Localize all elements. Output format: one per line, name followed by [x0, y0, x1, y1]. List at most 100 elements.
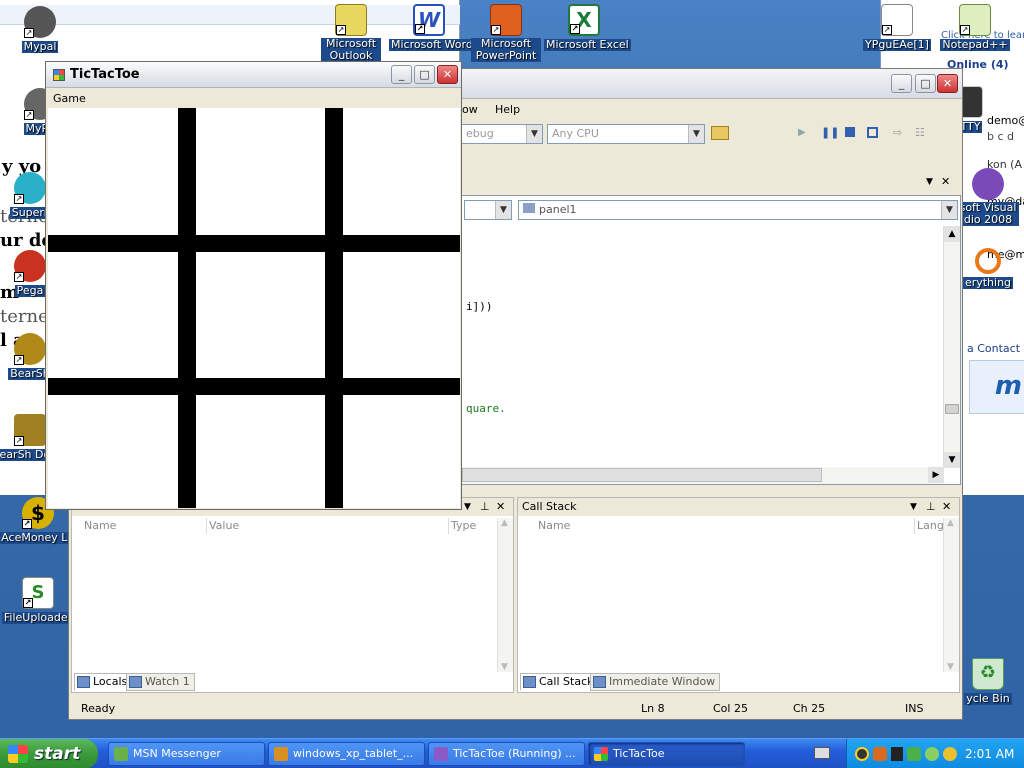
desktop-icon-mypal[interactable]: ↗ Mypal — [0, 6, 80, 53]
board-cell[interactable] — [48, 108, 178, 235]
scroll-right-icon[interactable]: ▶ — [928, 467, 944, 483]
tictactoe-title: TicTacToe — [70, 67, 140, 82]
desktop-icon-notepadpp[interactable]: ↗ Notepad++ — [935, 4, 1015, 51]
keyboard-icon[interactable] — [814, 747, 830, 759]
grid-line-horizontal-2 — [48, 378, 460, 395]
desktop-icon-excel[interactable]: X ↗ Microsoft Excel — [544, 4, 631, 51]
tray-icon-4[interactable] — [907, 747, 921, 761]
tray-icon-1[interactable] — [855, 747, 869, 761]
side-text-3: ur de — [0, 230, 46, 251]
vs-menu-window[interactable]: ow — [462, 103, 478, 116]
board-cell[interactable] — [196, 108, 325, 235]
locals-scrollbar[interactable]: ▲ ▼ — [497, 518, 513, 672]
vs-maximize-button[interactable]: □ — [915, 74, 936, 93]
start-button[interactable]: start — [0, 739, 98, 768]
msn-icon — [114, 747, 128, 761]
vs-member-combo[interactable]: panel1 ▼ — [518, 200, 958, 220]
pin-icon[interactable]: ⊥ — [926, 498, 936, 516]
code-line-1: i])) — [466, 300, 493, 313]
vs-close-button[interactable]: ✕ — [937, 74, 958, 93]
scroll-thumb[interactable] — [945, 404, 959, 414]
vs-minimize-button[interactable]: _ — [891, 74, 912, 93]
chevron-down-icon[interactable]: ▼ — [926, 177, 933, 187]
bear-icon: ↗ — [14, 333, 46, 365]
tab-locals[interactable]: Locals — [74, 673, 133, 691]
task-msn-messenger[interactable]: MSN Messenger — [108, 742, 265, 766]
bear-icon: ↗ — [14, 414, 46, 446]
vs-type-combo[interactable]: ▼ — [464, 200, 512, 220]
tab-watch-1[interactable]: Watch 1 — [126, 673, 195, 691]
breakpoints-icon[interactable]: ☷ — [915, 126, 925, 139]
locals-col-type[interactable]: Type — [448, 518, 476, 534]
locals-col-name[interactable]: Name — [84, 518, 116, 534]
open-folder-icon[interactable] — [711, 126, 729, 140]
board-cell[interactable] — [48, 395, 178, 508]
task-tictactoe[interactable]: TicTacToe — [588, 742, 745, 766]
restart-icon[interactable] — [867, 127, 878, 138]
board-cell[interactable] — [196, 395, 325, 508]
tab-call-stack[interactable]: Call Stack — [520, 673, 599, 691]
board-cell[interactable] — [48, 252, 178, 378]
tray-icon-2[interactable] — [873, 747, 887, 761]
vs-horizontal-scrollbar[interactable]: ▶ — [462, 467, 944, 484]
task-tictactoe-running[interactable]: TicTacToe (Running) ... — [428, 742, 585, 766]
close-button[interactable]: ✕ — [437, 65, 458, 84]
vs-vertical-scrollbar[interactable]: ▲ ▼ — [943, 226, 960, 468]
minimize-button[interactable]: _ — [391, 65, 412, 84]
chevron-down-icon: ▼ — [941, 201, 957, 219]
board-cell[interactable] — [343, 395, 460, 508]
tictactoe-titlebar[interactable]: TicTacToe _ □ ✕ — [46, 62, 461, 88]
board-cell[interactable] — [343, 108, 460, 235]
messenger-add-contact[interactable]: a Contact — [967, 342, 1020, 355]
vs-editor[interactable]: ▼ panel1 ▼ i])) quare. ▲ ▼ ▶ — [461, 195, 961, 485]
scroll-up-icon[interactable]: ▲ — [501, 518, 508, 528]
task-windows-xp-tablet[interactable]: windows_xp_tablet_... — [268, 742, 425, 766]
ball-icon: ↗ — [14, 250, 46, 282]
desktop-icon-word[interactable]: W ↗ Microsoft Word — [389, 4, 475, 51]
tray-icon-5[interactable] — [925, 747, 939, 761]
board-cell[interactable] — [196, 252, 325, 378]
browser-icon — [274, 747, 288, 761]
desktop-icon-fileuploader[interactable]: S ↗ FileUploader — [0, 577, 78, 624]
callstack-col-lang[interactable]: Lang — [914, 518, 944, 534]
pause-icon[interactable]: ❚❚ — [821, 126, 839, 139]
vs-platform-combo[interactable]: Any CPU ▼ — [547, 124, 705, 144]
grid-line-horizontal-1 — [48, 235, 460, 252]
scroll-up-icon[interactable]: ▲ — [947, 518, 954, 528]
pin-icon[interactable]: ⊥ — [480, 498, 490, 516]
tray-clock[interactable]: 2:01 AM — [965, 739, 1014, 768]
tray-icon-6[interactable] — [943, 747, 957, 761]
callstack-scrollbar[interactable]: ▲ ▼ — [943, 518, 959, 672]
stop-icon[interactable] — [845, 127, 855, 137]
tray-icon-3[interactable] — [891, 747, 903, 761]
desktop-icon-outlook[interactable]: ↗ Microsoft Outlook — [311, 4, 391, 62]
play-icon[interactable]: ▶ — [798, 127, 806, 138]
scroll-up-icon[interactable]: ▲ — [944, 226, 960, 242]
scroll-down-icon[interactable]: ▼ — [501, 662, 508, 672]
maximize-button[interactable]: □ — [414, 65, 435, 84]
desktop-icon-ypgueaae[interactable]: ↗ YPguEAe[1] — [857, 4, 937, 51]
board-cell[interactable] — [343, 252, 460, 378]
close-icon[interactable]: ✕ — [941, 175, 950, 188]
vs-config-combo[interactable]: ebug ▼ — [461, 124, 543, 144]
tab-immediate-window[interactable]: Immediate Window — [590, 673, 721, 691]
scroll-thumb-h[interactable] — [462, 468, 822, 482]
chevron-down-icon[interactable]: ▼ — [464, 498, 471, 516]
scroll-down-icon[interactable]: ▼ — [947, 662, 954, 672]
vs-menu-help[interactable]: Help — [495, 103, 520, 116]
locals-col-value[interactable]: Value — [206, 518, 239, 534]
powerpoint-icon: ↗ — [490, 4, 522, 36]
close-icon[interactable]: ✕ — [496, 498, 505, 516]
game-board[interactable] — [48, 108, 460, 508]
callstack-col-name[interactable]: Name — [538, 518, 570, 534]
chevron-down-icon[interactable]: ▼ — [910, 498, 917, 516]
vs-toolbar: ebug ▼ Any CPU ▼ ▶ ❚❚ ⇨ ☷ — [461, 123, 961, 145]
close-icon[interactable]: ✕ — [942, 498, 951, 516]
callstack-header[interactable]: Call Stack ▼ ⊥ ✕ — [518, 498, 959, 516]
document-icon: S ↗ — [22, 577, 54, 609]
menu-game[interactable]: Game — [53, 92, 86, 105]
grid-line-vertical-1 — [178, 108, 196, 508]
desktop-icon-powerpoint[interactable]: ↗ Microsoft PowerPoint — [466, 4, 546, 62]
step-icon[interactable]: ⇨ — [893, 126, 902, 139]
scroll-down-icon[interactable]: ▼ — [944, 452, 960, 468]
